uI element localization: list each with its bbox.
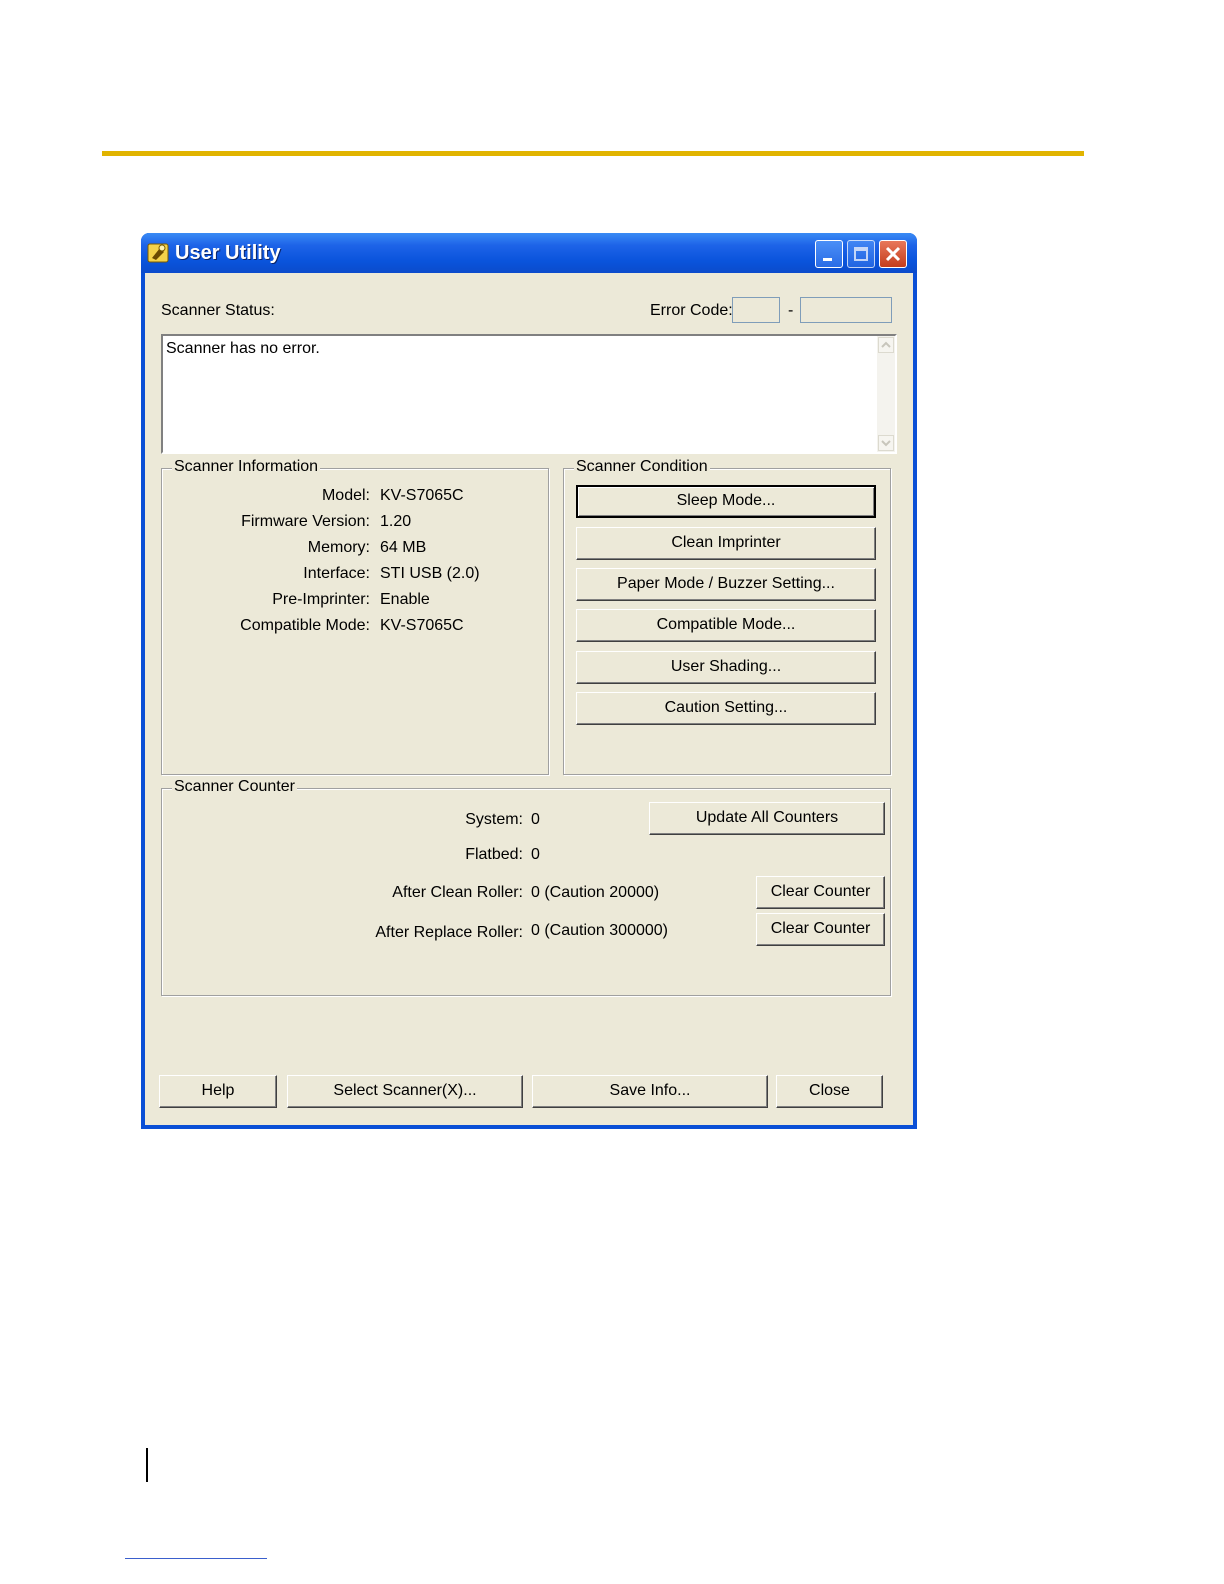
error-code-separator: - bbox=[788, 302, 794, 319]
app-icon bbox=[147, 243, 169, 263]
close-button[interactable]: Close bbox=[776, 1075, 883, 1108]
scroll-up-button[interactable] bbox=[878, 337, 894, 353]
scanner-condition-group: Scanner Condition Sleep Mode... Clean Im… bbox=[563, 458, 891, 775]
compatible-mode-button[interactable]: Compatible Mode... bbox=[576, 609, 876, 642]
maximize-button[interactable] bbox=[847, 240, 875, 268]
user-utility-window: User Utility Scanner Status: Error Code:… bbox=[141, 233, 917, 1129]
after-replace-roller-label: After Replace Roller: bbox=[375, 924, 523, 941]
sleep-mode-button[interactable]: Sleep Mode... bbox=[576, 485, 876, 518]
maximize-icon bbox=[854, 247, 868, 261]
window-client-area: Scanner Status: Error Code: - Scanner ha… bbox=[145, 273, 913, 1125]
system-counter-value: 0 bbox=[531, 811, 540, 828]
minimize-button[interactable] bbox=[815, 240, 843, 268]
system-counter-label: System: bbox=[465, 811, 523, 828]
status-message: Scanner has no error. bbox=[166, 340, 320, 357]
interface-value: STI USB (2.0) bbox=[380, 565, 480, 582]
clear-clean-roller-counter-button[interactable]: Clear Counter bbox=[756, 876, 885, 909]
save-info-button[interactable]: Save Info... bbox=[532, 1075, 768, 1108]
firmware-version-label: Firmware Version: bbox=[241, 513, 370, 530]
memory-value: 64 MB bbox=[380, 539, 427, 556]
flatbed-counter-value: 0 bbox=[531, 846, 540, 863]
model-label: Model: bbox=[321, 487, 370, 504]
model-value: KV-S7065C bbox=[380, 487, 464, 504]
error-code-field-1 bbox=[732, 297, 780, 323]
caution-setting-button[interactable]: Caution Setting... bbox=[576, 692, 876, 725]
change-bar bbox=[146, 1448, 148, 1482]
scanner-counter-title: Scanner Counter bbox=[172, 778, 297, 796]
error-code-label: Error Code: bbox=[650, 302, 733, 319]
firmware-version-value: 1.20 bbox=[380, 513, 412, 530]
footer-link-underline bbox=[125, 1558, 267, 1559]
header-rule bbox=[102, 151, 1084, 156]
after-clean-roller-label: After Clean Roller: bbox=[392, 884, 523, 901]
after-clean-roller-value: 0 (Caution 20000) bbox=[531, 884, 660, 901]
compatible-mode-value: KV-S7065C bbox=[380, 617, 464, 634]
window-title: User Utility bbox=[175, 242, 281, 264]
pre-imprinter-value: Enable bbox=[380, 591, 430, 608]
status-message-box[interactable]: Scanner has no error. bbox=[161, 334, 897, 454]
after-replace-roller-value: 0 (Caution 300000) bbox=[531, 922, 668, 939]
scanner-status-label: Scanner Status: bbox=[161, 302, 275, 319]
memory-label: Memory: bbox=[307, 539, 370, 556]
error-code-field-2 bbox=[800, 297, 892, 323]
close-window-button[interactable] bbox=[879, 240, 907, 268]
update-all-counters-button[interactable]: Update All Counters bbox=[649, 802, 885, 835]
user-shading-button[interactable]: User Shading... bbox=[576, 651, 876, 684]
help-button[interactable]: Help bbox=[159, 1075, 277, 1108]
status-scrollbar[interactable] bbox=[877, 336, 895, 452]
title-bar[interactable]: User Utility bbox=[141, 233, 917, 273]
interface-label: Interface: bbox=[303, 565, 370, 582]
scanner-counter-group: Scanner Counter System: 0 Update All Cou… bbox=[161, 778, 891, 996]
clean-imprinter-button[interactable]: Clean Imprinter bbox=[576, 527, 876, 560]
scanner-information-group: Scanner Information Model: KV-S7065C Fir… bbox=[161, 458, 549, 775]
scanner-information-title: Scanner Information bbox=[172, 458, 321, 476]
select-scanner-button[interactable]: Select Scanner(X)... bbox=[287, 1075, 523, 1108]
close-icon bbox=[885, 246, 901, 262]
compatible-mode-label: Compatible Mode: bbox=[240, 617, 370, 634]
minimize-icon bbox=[823, 258, 832, 261]
pre-imprinter-label: Pre-Imprinter: bbox=[272, 591, 370, 608]
scroll-down-button[interactable] bbox=[878, 435, 894, 451]
chevron-up-icon bbox=[881, 341, 891, 348]
chevron-down-icon bbox=[881, 440, 891, 447]
scanner-condition-title: Scanner Condition bbox=[574, 458, 710, 476]
paper-mode-buzzer-button[interactable]: Paper Mode / Buzzer Setting... bbox=[576, 568, 876, 601]
flatbed-counter-label: Flatbed: bbox=[465, 846, 523, 863]
clear-replace-roller-counter-button[interactable]: Clear Counter bbox=[756, 913, 885, 946]
